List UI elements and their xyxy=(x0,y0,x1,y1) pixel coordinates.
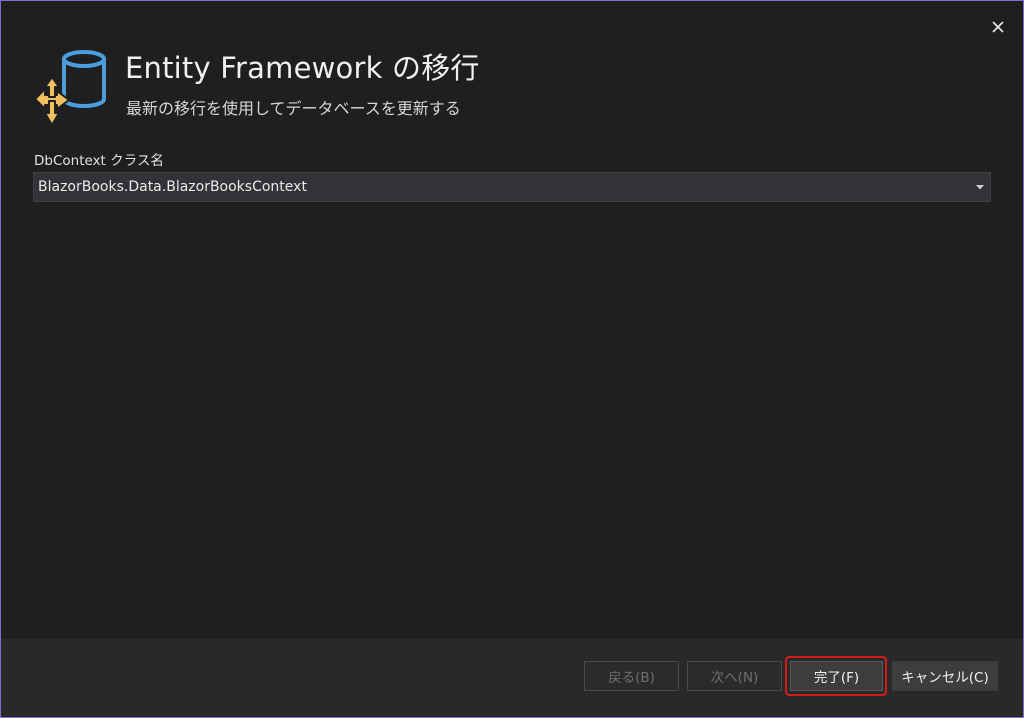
dbcontext-value: BlazorBooks.Data.BlazorBooksContext xyxy=(38,179,307,195)
back-button[interactable]: 戻る(B) xyxy=(584,661,679,691)
ef-migration-dialog: Entity Framework の移行 最新の移行を使用してデータベースを更新… xyxy=(0,0,1024,718)
finish-button[interactable]: 完了(F) xyxy=(790,661,883,691)
database-migration-icon xyxy=(34,50,106,126)
dialog-footer: 戻る(B) 次へ(N) 完了(F) キャンセル(C) xyxy=(1,639,1023,717)
close-icon xyxy=(992,21,1004,33)
close-button[interactable] xyxy=(983,13,1013,41)
next-button[interactable]: 次へ(N) xyxy=(687,661,782,691)
chevron-down-icon xyxy=(975,182,985,192)
dbcontext-dropdown[interactable]: BlazorBooks.Data.BlazorBooksContext xyxy=(33,172,991,202)
cancel-button[interactable]: キャンセル(C) xyxy=(892,661,998,691)
dialog-title: Entity Framework の移行 xyxy=(125,51,480,85)
dbcontext-label: DbContext クラス名 xyxy=(34,153,164,169)
dialog-subtitle: 最新の移行を使用してデータベースを更新する xyxy=(126,99,461,118)
